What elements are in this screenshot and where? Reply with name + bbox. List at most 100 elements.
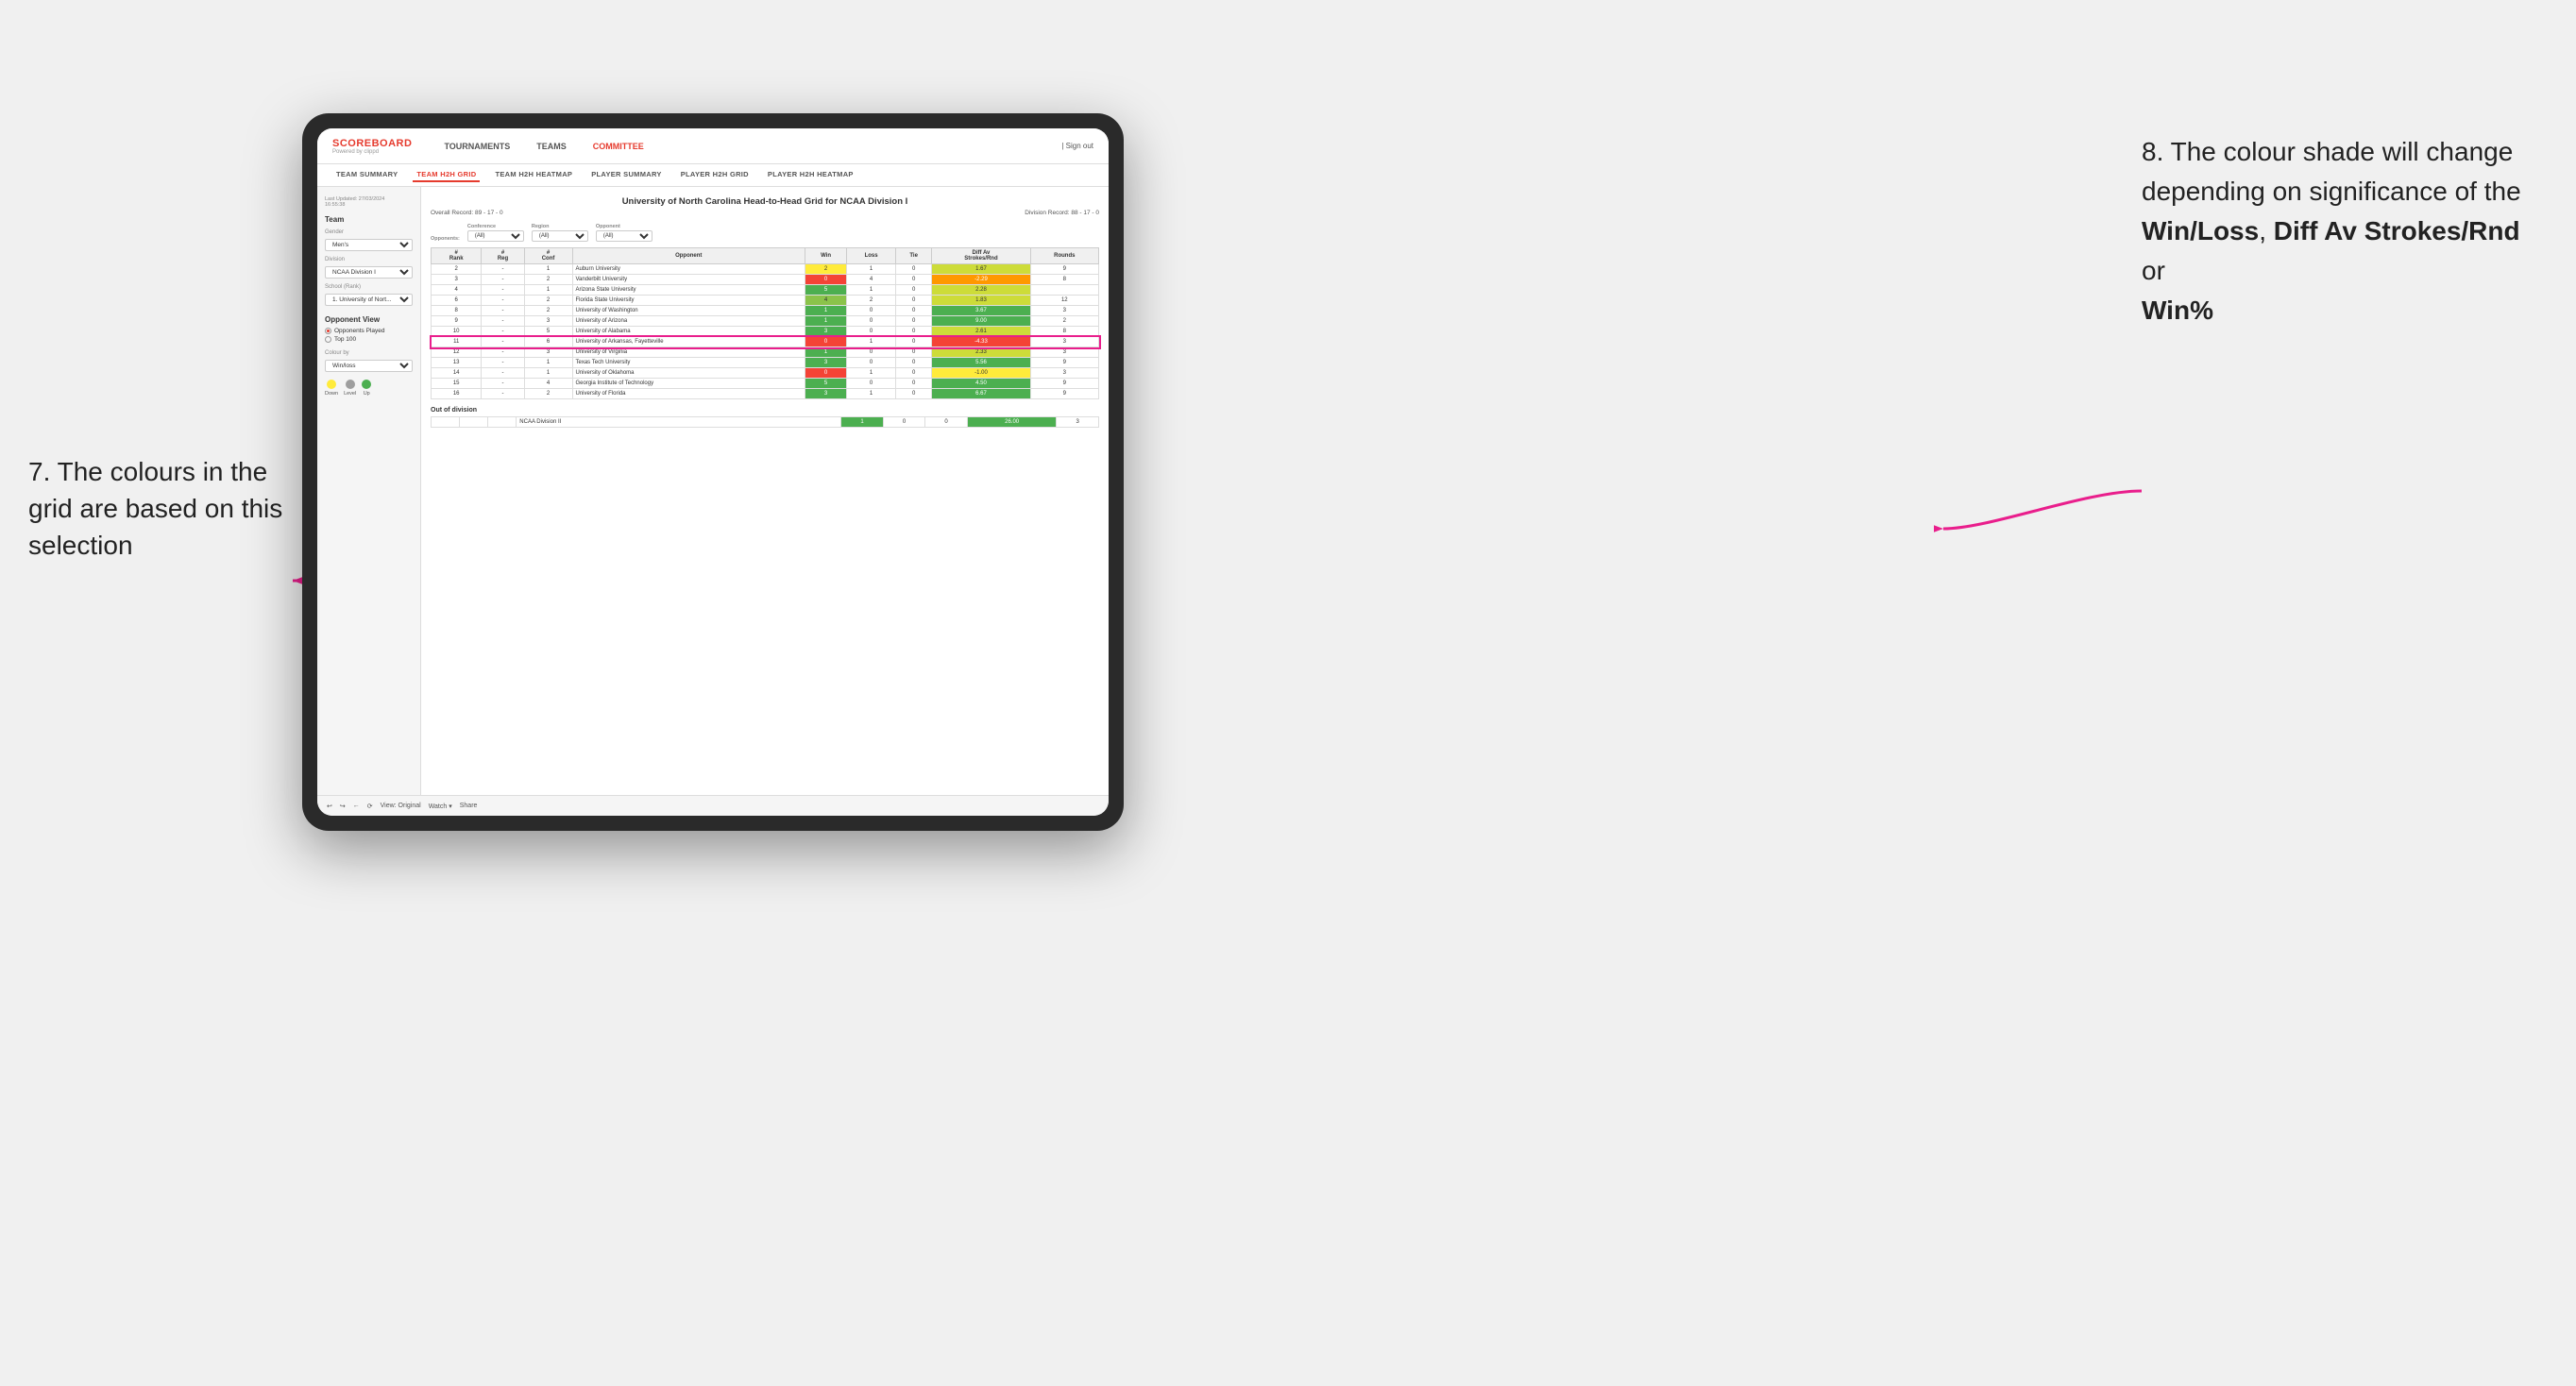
table-row: 8 - 2 University of Washington 1 0 0 3.6… bbox=[432, 306, 1099, 316]
logo: SCOREBOARD Powered by clippd bbox=[332, 138, 412, 155]
filter-opponent-group: Opponent (All) bbox=[596, 224, 652, 242]
annotation-winpct: Win% bbox=[2142, 296, 2213, 325]
cell-tie: 0 bbox=[895, 347, 931, 358]
cell-rounds: 3 bbox=[1030, 337, 1098, 347]
table-row: 3 - 2 Vanderbilt University 0 4 0 -2.29 … bbox=[432, 275, 1099, 285]
annotation-left: 7. The colours in the grid are based on … bbox=[28, 453, 293, 565]
school-select[interactable]: 1. University of Nort... bbox=[325, 294, 413, 306]
cell-win: 5 bbox=[805, 379, 846, 389]
cell-diff: -2.29 bbox=[932, 275, 1030, 285]
cell-name: University of Oklahoma bbox=[572, 368, 805, 379]
filter-conference-select[interactable]: (All) bbox=[467, 230, 524, 242]
tab-player-h2h-heatmap[interactable]: PLAYER H2H HEATMAP bbox=[764, 168, 857, 182]
cell-loss: 0 bbox=[847, 379, 896, 389]
tab-team-h2h-grid[interactable]: TEAM H2H GRID bbox=[413, 168, 480, 182]
cell-reg: - bbox=[482, 275, 524, 285]
cell-reg: - bbox=[482, 285, 524, 296]
table-row: 15 - 4 Georgia Institute of Technology 5… bbox=[432, 379, 1099, 389]
cell-diff: -1.00 bbox=[932, 368, 1030, 379]
out-of-division-row: NCAA Division II 1 0 0 26.00 3 bbox=[432, 417, 1099, 428]
cell-tie: 0 bbox=[895, 264, 931, 275]
cell-diff: 9.00 bbox=[932, 316, 1030, 327]
sign-out-button[interactable]: | Sign out bbox=[1061, 142, 1093, 150]
legend-dot-up bbox=[362, 380, 371, 389]
toolbar-back[interactable]: ← bbox=[353, 803, 360, 809]
toolbar-undo[interactable]: ↩ bbox=[327, 803, 332, 810]
toolbar-view[interactable]: View: Original bbox=[381, 803, 421, 809]
cell-loss: 2 bbox=[847, 296, 896, 306]
table-row: 13 - 1 Texas Tech University 3 0 0 5.56 … bbox=[432, 358, 1099, 368]
filter-opponents-label: Opponents: bbox=[431, 236, 460, 242]
cell-rounds: 3 bbox=[1030, 306, 1098, 316]
cell-rank bbox=[432, 417, 460, 428]
cell-loss: 1 bbox=[847, 285, 896, 296]
division-select[interactable]: NCAA Division I bbox=[325, 266, 413, 279]
col-tie: Tie bbox=[895, 248, 931, 264]
cell-loss: 1 bbox=[847, 337, 896, 347]
cell-name: Texas Tech University bbox=[572, 358, 805, 368]
filter-opponent-label: Opponent bbox=[596, 224, 652, 229]
cell-rank: 10 bbox=[432, 327, 482, 337]
cell-rounds: 8 bbox=[1030, 327, 1098, 337]
cell-conf: 1 bbox=[524, 285, 572, 296]
cell-name: Auburn University bbox=[572, 264, 805, 275]
division-record: Division Record: 88 - 17 - 0 bbox=[1025, 210, 1099, 216]
toolbar-watch[interactable]: Watch ▾ bbox=[429, 803, 452, 810]
cell-rounds: 9 bbox=[1030, 264, 1098, 275]
tab-team-summary[interactable]: TEAM SUMMARY bbox=[332, 168, 401, 182]
cell-reg bbox=[460, 417, 488, 428]
col-reg: #Reg bbox=[482, 248, 524, 264]
out-of-division-label: Out of division bbox=[431, 407, 1099, 414]
gender-label: Gender bbox=[325, 229, 413, 235]
cell-loss: 1 bbox=[847, 389, 896, 399]
tab-team-h2h-heatmap[interactable]: TEAM H2H HEATMAP bbox=[491, 168, 576, 182]
legend-dot-down bbox=[327, 380, 336, 389]
cell-reg: - bbox=[482, 389, 524, 399]
filter-region-group: Region (All) bbox=[532, 224, 588, 242]
cell-rank: 9 bbox=[432, 316, 482, 327]
cell-tie: 0 bbox=[895, 368, 931, 379]
last-updated: Last Updated: 27/03/2024 16:55:38 bbox=[325, 196, 413, 208]
colour-by-select[interactable]: Win/loss bbox=[325, 360, 413, 372]
nav-teams[interactable]: TEAMS bbox=[533, 140, 570, 153]
filter-opponent-select[interactable]: (All) bbox=[596, 230, 652, 242]
cell-rank: 6 bbox=[432, 296, 482, 306]
tablet-screen: SCOREBOARD Powered by clippd TOURNAMENTS… bbox=[317, 128, 1109, 816]
cell-diff: 4.50 bbox=[932, 379, 1030, 389]
cell-win: 0 bbox=[805, 368, 846, 379]
cell-loss: 0 bbox=[847, 358, 896, 368]
toolbar-refresh[interactable]: ⟳ bbox=[367, 803, 373, 810]
cell-rounds: 9 bbox=[1030, 358, 1098, 368]
tab-player-h2h-grid[interactable]: PLAYER H2H GRID bbox=[677, 168, 753, 182]
cell-diff: -4.33 bbox=[932, 337, 1030, 347]
cell-name: Vanderbilt University bbox=[572, 275, 805, 285]
bottom-toolbar: ↩ ↪ ← ⟳ View: Original Watch ▾ Share bbox=[317, 795, 1109, 816]
nav-tournaments[interactable]: TOURNAMENTS bbox=[440, 140, 514, 153]
annotation-left-text: 7. The colours in the grid are based on … bbox=[28, 457, 282, 560]
col-diff: Diff AvStrokes/Rnd bbox=[932, 248, 1030, 264]
cell-win: 0 bbox=[805, 275, 846, 285]
cell-conf: 2 bbox=[524, 306, 572, 316]
gender-select[interactable]: Men's bbox=[325, 239, 413, 251]
cell-tie: 0 bbox=[895, 306, 931, 316]
cell-name: University of Arkansas, Fayetteville bbox=[572, 337, 805, 347]
cell-win: 3 bbox=[805, 327, 846, 337]
annotation-right-text: 8. The colour shade will change dependin… bbox=[2142, 137, 2521, 206]
cell-diff: 26.00 bbox=[967, 417, 1057, 428]
cell-rounds: 8 bbox=[1030, 275, 1098, 285]
cell-diff: 5.56 bbox=[932, 358, 1030, 368]
toolbar-share[interactable]: Share bbox=[460, 803, 478, 809]
radio-top100[interactable]: Top 100 bbox=[325, 336, 413, 343]
toolbar-redo[interactable]: ↪ bbox=[340, 803, 346, 810]
cell-rank: 8 bbox=[432, 306, 482, 316]
filter-region-select[interactable]: (All) bbox=[532, 230, 588, 242]
nav-committee[interactable]: COMMITTEE bbox=[589, 140, 648, 153]
table-row: 16 - 2 University of Florida 3 1 0 6.67 … bbox=[432, 389, 1099, 399]
cell-conf: 2 bbox=[524, 389, 572, 399]
radio-opponents-played[interactable]: Opponents Played bbox=[325, 328, 413, 334]
logo-main: SCOREBOARD bbox=[332, 138, 412, 149]
col-conf: #Conf bbox=[524, 248, 572, 264]
table-row: 10 - 5 University of Alabama 3 0 0 2.61 … bbox=[432, 327, 1099, 337]
tab-player-summary[interactable]: PLAYER SUMMARY bbox=[587, 168, 666, 182]
logo-sub: Powered by clippd bbox=[332, 149, 412, 155]
